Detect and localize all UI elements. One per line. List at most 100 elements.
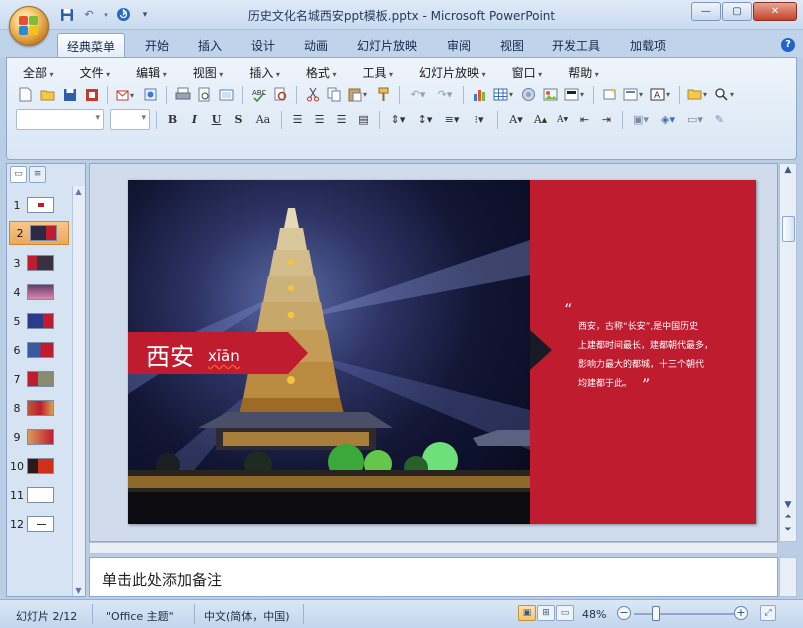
- maximize-button[interactable]: ▢: [722, 2, 752, 21]
- menu-tools[interactable]: 工具: [356, 64, 399, 80]
- redo-icon[interactable]: ↷▾: [433, 85, 457, 104]
- save-icon[interactable]: [60, 85, 79, 104]
- tab-animation[interactable]: 动画: [296, 33, 336, 57]
- shadow-button[interactable]: S: [229, 110, 248, 129]
- shape-fill-icon[interactable]: ▭▾: [683, 110, 707, 129]
- text-direction-icon[interactable]: ⇕▾: [386, 110, 410, 129]
- office-button[interactable]: [9, 6, 49, 46]
- arrange-icon[interactable]: ▣▾: [629, 110, 653, 129]
- decrease-indent-icon[interactable]: ⇤: [575, 110, 594, 129]
- cut-icon[interactable]: [303, 85, 322, 104]
- chart-icon[interactable]: [470, 85, 489, 104]
- menu-window[interactable]: 窗口: [506, 64, 549, 80]
- scroll-down-icon[interactable]: ▼: [73, 585, 84, 596]
- tab-design[interactable]: 设计: [243, 33, 283, 57]
- slide-thumbnail[interactable]: 11: [7, 483, 77, 507]
- research-icon[interactable]: [271, 85, 290, 104]
- current-slide[interactable]: 西安 xīān “ 西安，古称“长安”,是中国历史 上建都时间最长，建都朝代最多…: [128, 180, 756, 524]
- tab-home[interactable]: 开始: [137, 33, 177, 57]
- notes-scrollbar[interactable]: [779, 557, 797, 597]
- publish-icon[interactable]: [141, 85, 160, 104]
- find-icon[interactable]: ▾: [713, 85, 737, 104]
- align-left-icon[interactable]: ☰: [288, 110, 307, 129]
- email-icon[interactable]: ▾: [114, 85, 138, 104]
- zoom-slider-knob[interactable]: [652, 606, 660, 621]
- new-document-icon[interactable]: [16, 85, 35, 104]
- folder-icon[interactable]: ▾: [686, 85, 710, 104]
- format-painter-icon[interactable]: [374, 85, 393, 104]
- align-center-icon[interactable]: ☰: [310, 110, 329, 129]
- slide-thumbnail[interactable]: 1: [7, 193, 77, 217]
- tab-view[interactable]: 视图: [492, 33, 532, 57]
- previous-slide-icon[interactable]: ⏶: [780, 512, 796, 522]
- outline-tab-icon[interactable]: ≡: [29, 166, 46, 183]
- new-slide-icon[interactable]: [600, 85, 619, 104]
- undo-icon[interactable]: ↶▾: [406, 85, 430, 104]
- slideshow-view-icon[interactable]: ▭: [556, 605, 574, 621]
- insert-picture-icon[interactable]: [541, 85, 560, 104]
- menu-view[interactable]: 视图: [187, 64, 230, 80]
- print-icon[interactable]: [173, 85, 192, 104]
- align-right-icon[interactable]: ☰: [332, 110, 351, 129]
- menu-help[interactable]: 帮助: [562, 64, 605, 80]
- shapes-icon[interactable]: ◈▾: [656, 110, 680, 129]
- paste-icon[interactable]: ▾: [347, 85, 371, 104]
- normal-view-icon[interactable]: ▣: [518, 605, 536, 621]
- zoom-out-button[interactable]: −: [617, 606, 631, 620]
- menu-edit[interactable]: 编辑: [130, 64, 173, 80]
- tab-slideshow[interactable]: 幻灯片放映: [352, 33, 422, 57]
- tab-developer[interactable]: 开发工具: [545, 33, 607, 57]
- numbering-icon[interactable]: ≡▾: [440, 110, 464, 129]
- slide-vertical-scrollbar[interactable]: ▲ ▼ ⏶ ⏷: [779, 163, 797, 542]
- shrink-font-icon[interactable]: A ▼: [553, 110, 572, 129]
- notes-pane[interactable]: 单击此处添加备注: [89, 557, 778, 597]
- menu-all[interactable]: 全部: [17, 64, 60, 80]
- text-box-icon[interactable]: A ▾: [649, 85, 673, 104]
- language-indicator[interactable]: 中文(简体，中国): [204, 608, 290, 624]
- slide-thumbnail[interactable]: 12: [7, 512, 77, 536]
- slide-thumbnail[interactable]: 5: [7, 309, 77, 333]
- minimize-button[interactable]: —: [691, 2, 721, 21]
- menu-format[interactable]: 格式: [300, 64, 343, 80]
- next-slide-icon[interactable]: ⏷: [780, 525, 796, 535]
- slide-thumbnail[interactable]: 6: [7, 338, 77, 362]
- slide-thumbnail[interactable]: 8: [7, 396, 77, 420]
- menu-slideshow[interactable]: 幻灯片放映: [413, 64, 492, 80]
- slide-thumbnail[interactable]: 3: [7, 251, 77, 275]
- copy-icon[interactable]: [325, 85, 344, 104]
- color-scheme-icon[interactable]: ▾: [563, 85, 587, 104]
- tab-review[interactable]: 审阅: [439, 33, 479, 57]
- slide-thumbnail[interactable]: 9: [7, 425, 77, 449]
- font-name-select[interactable]: [16, 109, 104, 130]
- scroll-down-icon[interactable]: ▼: [780, 500, 796, 510]
- slide-thumbnail[interactable]: 7: [7, 367, 77, 391]
- slides-tab-icon[interactable]: ▭: [10, 166, 27, 183]
- slide-thumbnail[interactable]: 10: [7, 454, 77, 478]
- tab-classic-menu[interactable]: 经典菜单: [57, 33, 125, 57]
- permission-icon[interactable]: [82, 85, 101, 104]
- menu-file[interactable]: 文件: [74, 64, 117, 80]
- print-preview-icon[interactable]: [195, 85, 214, 104]
- slide-horizontal-scrollbar[interactable]: [89, 542, 778, 554]
- change-case-button[interactable]: Aa: [251, 110, 275, 129]
- slide-thumbnail[interactable]: 4: [7, 280, 77, 304]
- underline-button[interactable]: U: [207, 110, 226, 129]
- bold-button[interactable]: B: [163, 110, 182, 129]
- fit-to-window-icon[interactable]: ⤢: [760, 605, 776, 621]
- close-button[interactable]: ✕: [753, 2, 797, 21]
- zoom-level[interactable]: 48%: [582, 608, 606, 621]
- open-folder-icon[interactable]: [38, 85, 57, 104]
- menu-insert[interactable]: 插入: [243, 64, 286, 80]
- scroll-up-icon[interactable]: ▲: [780, 165, 796, 175]
- slide-sorter-view-icon[interactable]: ⊞: [537, 605, 555, 621]
- font-color-icon[interactable]: A▾: [504, 110, 528, 129]
- italic-button[interactable]: I: [185, 110, 204, 129]
- tab-insert[interactable]: 插入: [190, 33, 230, 57]
- tab-addins[interactable]: 加载项: [622, 33, 674, 57]
- zoom-slider-track[interactable]: [634, 613, 738, 615]
- help-icon[interactable]: ?: [781, 38, 795, 52]
- table-icon[interactable]: ▾: [492, 85, 516, 104]
- bullets-icon[interactable]: ⁝▾: [467, 110, 491, 129]
- font-size-select[interactable]: [110, 109, 150, 130]
- slide-layout-icon[interactable]: ▾: [622, 85, 646, 104]
